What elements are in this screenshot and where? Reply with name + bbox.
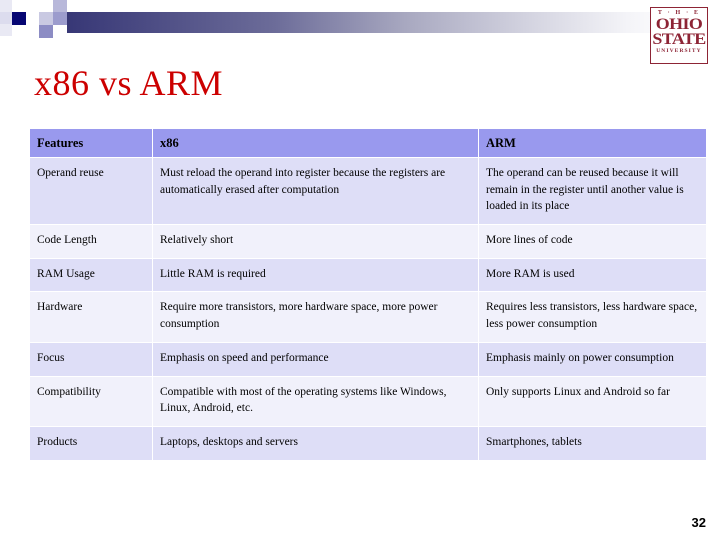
cell-feature: Hardware <box>29 291 153 343</box>
header-square-decor <box>0 12 12 24</box>
header-gradient-bar <box>26 12 680 33</box>
page-title: x86 vs ARM <box>34 63 224 103</box>
header-square-decor <box>53 12 67 25</box>
table-row: Operand reuse Must reload the operand in… <box>29 157 707 226</box>
cell-x86: Must reload the operand into register be… <box>152 157 479 226</box>
cell-x86: Compatible with most of the operating sy… <box>152 375 479 427</box>
column-header-features: Features <box>29 127 153 159</box>
cell-x86: Require more transistors, more hardware … <box>152 291 479 343</box>
header-square-decor <box>39 25 53 38</box>
column-header-x86: x86 <box>152 127 479 159</box>
header-square-decor <box>12 25 26 37</box>
ohio-state-university-logo: T · H · E OHIO STATE UNIVERSITY <box>650 7 708 64</box>
cell-feature: Compatibility <box>29 375 153 427</box>
header-square-decor <box>12 0 26 12</box>
cell-feature: Code Length <box>29 224 153 259</box>
table-row: Code Length Relatively short More lines … <box>29 224 707 259</box>
cell-arm: Only supports Linux and Android so far <box>478 375 707 427</box>
table-header-row: Features x86 ARM <box>29 127 707 159</box>
table-row: Focus Emphasis on speed and performance … <box>29 341 707 377</box>
header-square-decor <box>53 0 67 12</box>
logo-line-university: UNIVERSITY <box>656 48 702 54</box>
cell-x86: Emphasis on speed and performance <box>152 341 479 377</box>
cell-arm: The operand can be reused because it wil… <box>478 157 707 226</box>
cell-arm: More RAM is used <box>478 257 707 293</box>
table-row: Compatibility Compatible with most of th… <box>29 375 707 427</box>
table-row: RAM Usage Little RAM is required More RA… <box>29 257 707 293</box>
cell-feature: RAM Usage <box>29 257 153 293</box>
slide-page-number: 32 <box>691 515 706 530</box>
header-square-decor <box>39 12 53 25</box>
header-square-decor <box>26 0 39 12</box>
header-square-decor <box>53 25 67 37</box>
logo-line-state: STATE <box>652 31 706 48</box>
column-header-arm: ARM <box>478 127 707 159</box>
header-square-decor <box>0 24 12 36</box>
cell-x86: Laptops, desktops and servers <box>152 425 479 461</box>
cell-arm: More lines of code <box>478 224 707 259</box>
header-square-decor-dark <box>12 12 26 25</box>
table-row: Products Laptops, desktops and servers S… <box>29 425 707 461</box>
comparison-table: Features x86 ARM Operand reuse Must relo… <box>29 127 707 461</box>
cell-arm: Smartphones, tablets <box>478 425 707 461</box>
cell-x86: Relatively short <box>152 224 479 259</box>
cell-arm: Emphasis mainly on power consumption <box>478 341 707 377</box>
header-square-decor <box>0 0 12 12</box>
cell-feature: Focus <box>29 341 153 377</box>
table-row: Hardware Require more transistors, more … <box>29 291 707 343</box>
cell-x86: Little RAM is required <box>152 257 479 293</box>
logo-line-ohio: OHIO <box>655 16 703 33</box>
header-square-decor <box>39 0 53 12</box>
cell-arm: Requires less transistors, less hardware… <box>478 291 707 343</box>
header-square-decor <box>26 24 39 36</box>
cell-feature: Operand reuse <box>29 157 153 226</box>
cell-feature: Products <box>29 425 153 461</box>
